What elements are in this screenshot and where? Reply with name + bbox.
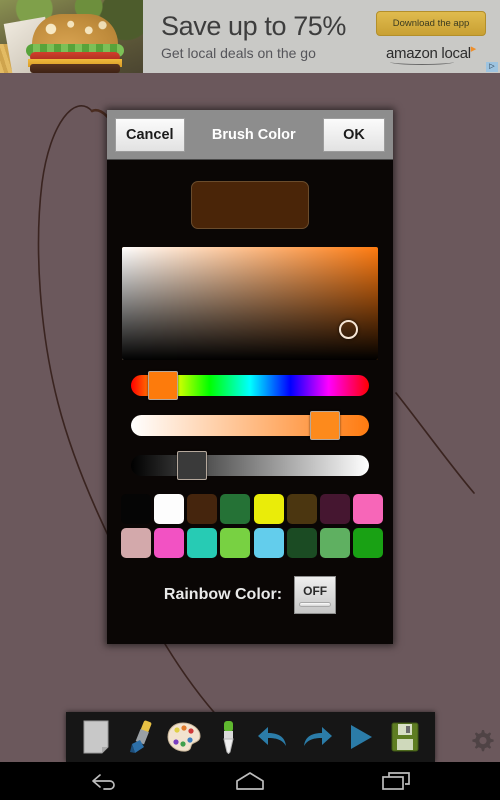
ad-subtext: Get local deals on the go: [161, 45, 316, 62]
ad-brand-logo: amazon local▸: [386, 42, 477, 65]
home-icon: [236, 772, 264, 790]
brand-swoosh-icon: [389, 59, 454, 65]
nav-back-button[interactable]: [86, 768, 122, 794]
save-button[interactable]: [387, 717, 423, 757]
android-navigation-bar: [0, 762, 500, 800]
undo-arrow-icon: [257, 727, 286, 746]
hue-slider[interactable]: [121, 370, 379, 400]
back-arrow-icon: [92, 774, 115, 790]
rainbow-color-label: Rainbow Color:: [163, 586, 283, 603]
palette-swatch[interactable]: [352, 494, 383, 524]
new-page-icon: [83, 720, 109, 754]
palette-swatch[interactable]: [121, 528, 151, 558]
saturation-value-picker[interactable]: [122, 247, 378, 360]
play-button[interactable]: [343, 717, 379, 757]
palette-swatch[interactable]: [187, 528, 218, 558]
hue-slider-thumb[interactable]: [147, 371, 178, 400]
palette-swatch[interactable]: [187, 494, 218, 524]
drawing-toolbar: [66, 712, 435, 762]
redo-arrow-icon: [303, 727, 332, 746]
recents-icon: [382, 772, 410, 790]
palette-swatch[interactable]: [319, 528, 350, 558]
rainbow-color-row: Rainbow Color: OFF: [121, 576, 379, 614]
bun-graphic: [32, 14, 118, 48]
value-slider-thumb[interactable]: [176, 451, 207, 480]
palette-swatch[interactable]: [121, 494, 151, 524]
cancel-button[interactable]: Cancel: [115, 117, 185, 152]
nav-home-button[interactable]: [232, 768, 268, 794]
advertisement-banner[interactable]: Save up to 75% Get local deals on the go…: [0, 0, 500, 73]
ad-choices-icon[interactable]: ▷: [486, 62, 498, 72]
sv-black-layer: [122, 247, 378, 360]
value-slider-track[interactable]: [131, 455, 369, 476]
new-page-button[interactable]: [78, 717, 114, 757]
palette-swatch[interactable]: [319, 494, 350, 524]
play-triangle-icon: [350, 725, 372, 749]
color-palette-icon: [167, 722, 201, 752]
ad-headline: Save up to 75%: [161, 10, 347, 41]
palette-swatch[interactable]: [253, 528, 284, 558]
nav-recents-button[interactable]: [378, 768, 414, 794]
saturation-slider-thumb[interactable]: [309, 411, 340, 440]
eyedropper-button[interactable]: [210, 717, 246, 757]
sv-picker-cursor[interactable]: [338, 319, 358, 339]
dialog-body: Rainbow Color: OFF: [107, 160, 393, 614]
color-preview-swatch: [191, 181, 309, 229]
dialog-title: Brush Color: [211, 126, 296, 143]
redo-button[interactable]: [299, 717, 335, 757]
ok-button[interactable]: OK: [323, 117, 385, 152]
value-slider[interactable]: [121, 450, 379, 480]
settings-gear-icon[interactable]: [469, 727, 495, 753]
palette-swatch[interactable]: [253, 494, 284, 524]
palette-row-2: [121, 528, 383, 558]
rainbow-toggle-state: OFF: [303, 583, 328, 598]
ad-text-block: Save up to 75% Get local deals on the go: [143, 0, 368, 73]
brush-button[interactable]: [122, 717, 158, 757]
brush-color-dialog: Cancel Brush Color OK Rainbow Color: OFF: [107, 110, 393, 644]
palette-button[interactable]: [166, 717, 202, 757]
ad-right-block: Download the app amazon local▸: [368, 0, 500, 73]
palette-row-1: [121, 494, 383, 524]
undo-button[interactable]: [255, 717, 291, 757]
palette-swatch[interactable]: [286, 528, 317, 558]
palette-swatch[interactable]: [220, 494, 251, 524]
brand-carat-icon: ▸: [470, 43, 477, 55]
palette-swatch[interactable]: [286, 494, 317, 524]
eyedropper-icon: [223, 721, 235, 754]
paintbrush-icon: [130, 720, 152, 753]
saturation-slider[interactable]: [121, 410, 379, 440]
patty-graphic: [30, 64, 120, 73]
rainbow-toggle-bar: [299, 601, 332, 607]
floppy-disk-save-icon: [391, 722, 419, 752]
preset-color-palette: [121, 494, 383, 558]
palette-swatch[interactable]: [352, 528, 383, 558]
rainbow-color-toggle[interactable]: OFF: [294, 576, 337, 614]
ad-burger-image: [0, 0, 143, 73]
dialog-header: Cancel Brush Color OK: [107, 110, 393, 160]
ad-download-button[interactable]: Download the app: [376, 11, 486, 36]
palette-swatch[interactable]: [220, 528, 251, 558]
palette-swatch[interactable]: [154, 494, 185, 524]
palette-swatch[interactable]: [154, 528, 185, 558]
